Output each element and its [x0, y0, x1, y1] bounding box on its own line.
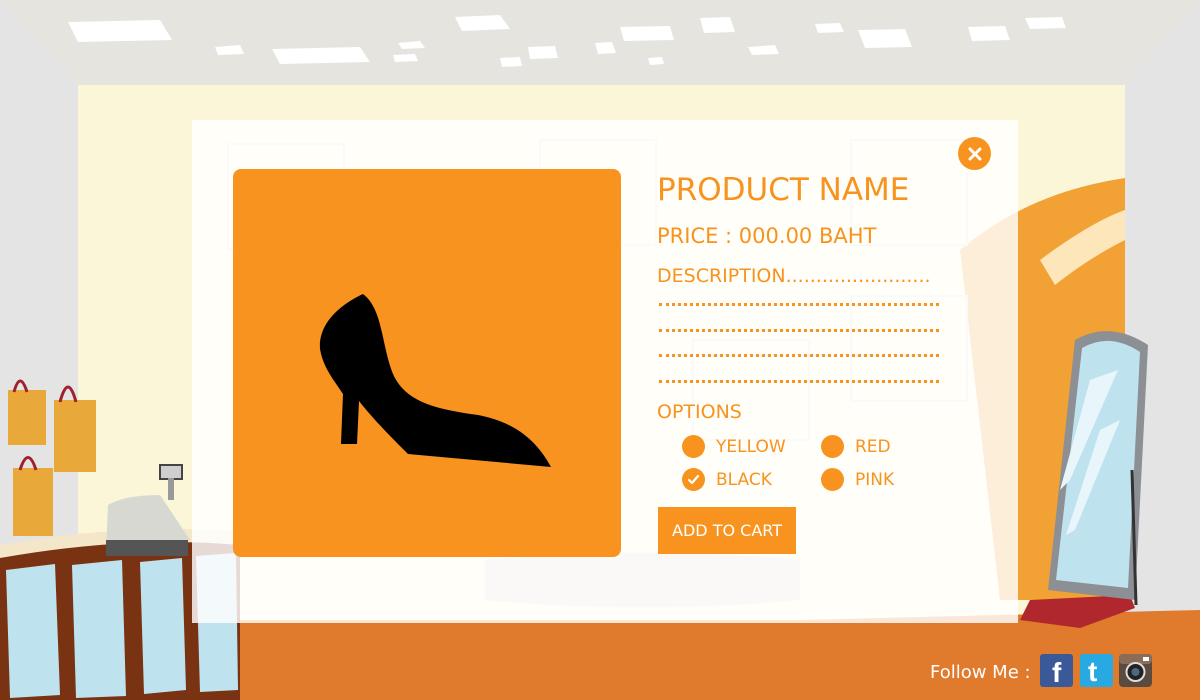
radio-button-checked[interactable]: [682, 468, 705, 491]
close-icon: [968, 147, 981, 160]
checkmark-icon: [687, 474, 700, 485]
close-button[interactable]: [958, 137, 991, 170]
radio-button[interactable]: [682, 435, 705, 458]
option-pink[interactable]: PINK: [821, 468, 894, 491]
add-to-cart-button[interactable]: ADD TO CART: [658, 507, 796, 554]
description-line: [659, 354, 939, 357]
description-line: [659, 303, 939, 306]
product-description: DESCRIPTION........................: [657, 265, 931, 287]
high-heel-shoe-icon: [319, 294, 551, 467]
description-line: [659, 380, 939, 383]
product-name: PRODUCT NAME: [657, 172, 910, 208]
options-label: OPTIONS: [657, 401, 742, 423]
facebook-icon[interactable]: f: [1040, 654, 1073, 687]
radio-button[interactable]: [821, 468, 844, 491]
option-label: YELLOW: [716, 436, 786, 457]
twitter-icon[interactable]: t: [1080, 654, 1113, 687]
option-label: PINK: [855, 469, 895, 490]
product-image: [233, 169, 621, 557]
follow-me-label: Follow Me :: [930, 662, 1031, 683]
option-black[interactable]: BLACK: [682, 468, 772, 491]
description-line: [659, 329, 939, 332]
product-price: PRICE : 000.00 BAHT: [657, 224, 877, 248]
option-label: BLACK: [716, 469, 772, 490]
instagram-icon[interactable]: [1119, 654, 1152, 687]
svg-text:f: f: [1052, 657, 1062, 687]
option-red[interactable]: RED: [821, 435, 891, 458]
option-label: RED: [855, 436, 891, 457]
radio-button[interactable]: [821, 435, 844, 458]
svg-text:t: t: [1088, 656, 1097, 687]
option-yellow[interactable]: YELLOW: [682, 435, 786, 458]
